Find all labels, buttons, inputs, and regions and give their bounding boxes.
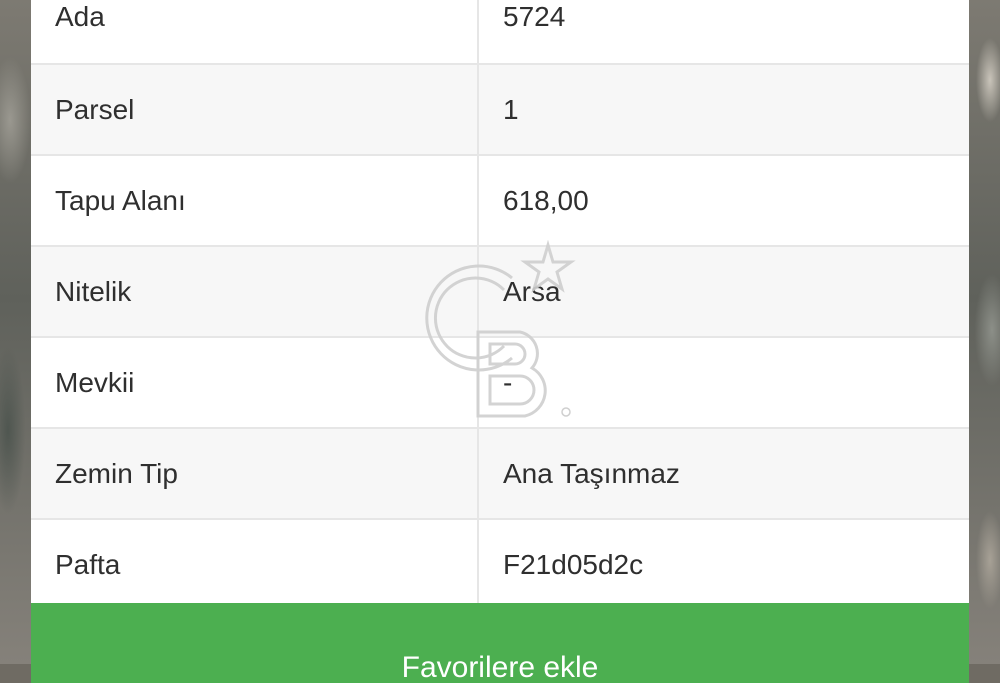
row-value: Ana Taşınmaz bbox=[478, 428, 969, 520]
row-value: 1 bbox=[478, 64, 969, 156]
row-label: Zemin Tip bbox=[31, 428, 479, 520]
row-value: 5724 bbox=[478, 0, 969, 65]
table-row: Parsel 1 bbox=[31, 64, 969, 156]
table-row: Tapu Alanı 618,00 bbox=[31, 155, 969, 247]
row-label: Nitelik bbox=[31, 246, 479, 338]
add-to-favorites-button[interactable]: Favorilere ekle bbox=[31, 603, 969, 683]
table-row: Nitelik Arsa bbox=[31, 246, 969, 338]
row-value: 618,00 bbox=[478, 155, 969, 247]
row-label: Tapu Alanı bbox=[31, 155, 479, 247]
row-value: Arsa bbox=[478, 246, 969, 338]
table-row: Pafta F21d05d2c bbox=[31, 519, 969, 611]
row-label: Mevkii bbox=[31, 337, 479, 429]
table-row: Zemin Tip Ana Taşınmaz bbox=[31, 428, 969, 520]
row-value: F21d05d2c bbox=[478, 519, 969, 611]
row-label: Ada bbox=[31, 0, 479, 65]
property-details-table: Ada 5724 Parsel 1 Tapu Alanı 618,00 Nite… bbox=[31, 0, 969, 611]
row-label: Parsel bbox=[31, 64, 479, 156]
table-row: Ada 5724 bbox=[31, 0, 969, 65]
row-value: - bbox=[478, 337, 969, 429]
property-details-panel: Ada 5724 Parsel 1 Tapu Alanı 618,00 Nite… bbox=[31, 0, 969, 611]
row-label: Pafta bbox=[31, 519, 479, 611]
table-row: Mevkii - bbox=[31, 337, 969, 429]
